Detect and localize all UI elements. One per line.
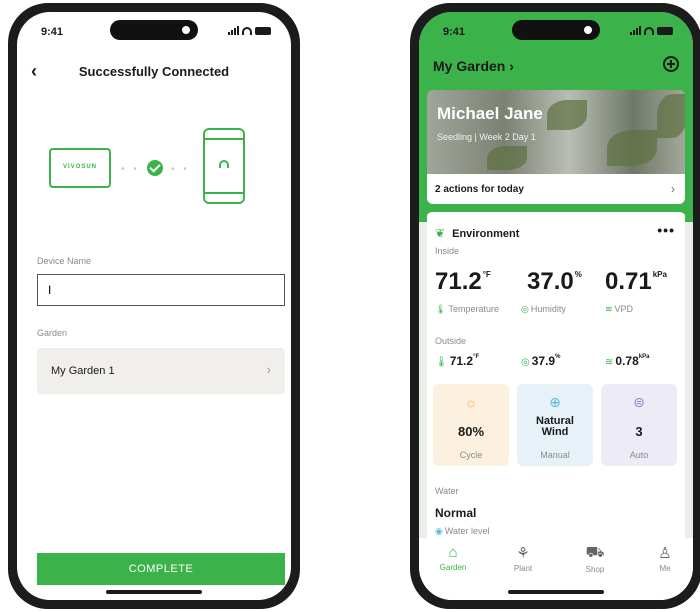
- plant-hero-image[interactable]: Michael Jane Seedling | Week 2 Day 1: [427, 90, 685, 174]
- link-dots-right: • •: [171, 164, 190, 175]
- add-icon[interactable]: [663, 56, 679, 72]
- link-dots-left: • •: [121, 164, 140, 175]
- tab-garden[interactable]: ⌂ Garden: [423, 544, 483, 572]
- humidity-icon: ◎: [521, 304, 529, 314]
- device-name-input[interactable]: [37, 274, 285, 306]
- environment-title: Environment: [452, 228, 520, 240]
- inside-label: Inside: [435, 246, 460, 256]
- phone-frame-left: 9:41 ‹ Successfully Connected VIVOSUN • …: [8, 3, 300, 609]
- garden-value: My Garden 1: [51, 365, 115, 377]
- water-drop-icon: ◉: [435, 526, 443, 536]
- check-icon: [147, 160, 163, 176]
- signal-icon: [228, 26, 239, 35]
- wifi-icon: [242, 26, 252, 35]
- status-time: 9:41: [41, 26, 64, 38]
- humidity-label: ◎ Humidity: [521, 304, 566, 314]
- card-value: 3: [635, 424, 643, 439]
- environment-card: ❦ Environment ••• Inside 71.2°F 37.0% 0.…: [427, 210, 685, 550]
- outside-humidity: ◎ 37.9%: [521, 354, 561, 368]
- outside-vpd: ≋ 0.78kPa: [605, 354, 650, 368]
- card-label: Manual: [540, 450, 570, 460]
- more-options-icon[interactable]: •••: [657, 222, 675, 238]
- vpd-value: 0.71kPa: [605, 268, 667, 295]
- user-name: Michael Jane: [437, 104, 543, 123]
- vpd-icon: ≋: [605, 304, 613, 314]
- home-indicator: [106, 590, 202, 594]
- wifi-icon: [644, 26, 654, 35]
- card-label: Auto: [629, 450, 649, 460]
- water-status: Normal: [435, 506, 477, 520]
- temperature-label: 🌡 Temperature: [435, 304, 499, 314]
- temperature-value: 71.2°F: [435, 268, 491, 295]
- connection-illustration: VIVOSUN • • • •: [17, 122, 291, 212]
- garden-label: Garden: [37, 328, 68, 338]
- chevron-right-icon: ›: [671, 182, 675, 196]
- connected-screen: 9:41 ‹ Successfully Connected VIVOSUN • …: [17, 12, 291, 600]
- card-label: Cycle: [459, 450, 483, 460]
- tab-plant[interactable]: ⚘ Plant: [493, 544, 553, 573]
- fan-icon: ⊜: [633, 394, 645, 410]
- outside-label: Outside: [435, 336, 467, 346]
- humidity-value: 37.0%: [527, 268, 582, 295]
- leaf-shape: [487, 146, 527, 170]
- tab-me[interactable]: ♙ Me: [635, 544, 693, 573]
- water-label: Water: [435, 486, 459, 496]
- garden-selector[interactable]: My Garden ›: [433, 58, 514, 74]
- leaf-shape: [547, 100, 587, 130]
- environment-header: ❦ Environment: [435, 226, 519, 240]
- battery-icon: [657, 26, 673, 35]
- battery-icon: [255, 26, 271, 35]
- garden-screen: 9:41 My Garden › Michael Jane Seedling |…: [419, 12, 693, 600]
- sun-icon: ☼: [464, 394, 478, 410]
- controller-device-icon: VIVOSUN: [49, 148, 111, 188]
- home-indicator: [508, 590, 604, 594]
- actions-row[interactable]: 2 actions for today ›: [427, 174, 685, 204]
- card-value: Natural Wind: [536, 415, 574, 438]
- signal-icon: [630, 26, 641, 35]
- thermometer-icon: 🌡: [435, 357, 448, 368]
- card-value: 80%: [457, 424, 485, 439]
- device-name-label: Device Name: [37, 256, 92, 266]
- device-brand-label: VIVOSUN: [62, 164, 97, 170]
- person-icon: ♙: [658, 545, 672, 562]
- vpd-icon: ≋: [605, 357, 614, 368]
- actions-text: 2 actions for today: [435, 184, 524, 195]
- cart-icon: ⛟: [585, 544, 605, 561]
- home-icon: ⌂: [448, 544, 458, 561]
- complete-button[interactable]: COMPLETE: [37, 553, 285, 585]
- dynamic-island: [512, 20, 600, 40]
- vpd-label: ≋ VPD: [605, 304, 634, 314]
- garden-select[interactable]: My Garden 1 ›: [37, 348, 285, 394]
- page-title: Successfully Connected: [78, 64, 230, 79]
- leaf-shape: [657, 94, 685, 138]
- tab-shop[interactable]: ⛟ Shop: [565, 544, 625, 574]
- water-level-label: ◉ Water level: [435, 526, 490, 536]
- outside-temperature: 🌡 71.2°F: [435, 354, 480, 368]
- fan-card[interactable]: ⊜ 3 Auto: [601, 384, 677, 466]
- phone-frame-right: 9:41 My Garden › Michael Jane Seedling |…: [410, 3, 700, 609]
- thermometer-icon: 🌡: [435, 304, 447, 314]
- wind-icon: ⊕: [549, 394, 561, 410]
- light-cycle-card[interactable]: ☼ 80% Cycle: [433, 384, 509, 466]
- garden-title: My Garden: [433, 58, 506, 74]
- nav-header: ‹ Successfully Connected: [17, 56, 291, 86]
- humidity-icon: ◎: [521, 357, 530, 368]
- wind-card[interactable]: ⊕ Natural Wind Manual: [517, 384, 593, 466]
- plant-icon: ⚘: [516, 545, 530, 562]
- leaf-shape: [607, 130, 657, 166]
- chevron-right-icon: ›: [509, 58, 514, 74]
- smartphone-icon: [203, 128, 245, 204]
- plant-stage: Seedling | Week 2 Day 1: [437, 132, 536, 142]
- dynamic-island: [110, 20, 198, 40]
- vivosun-logo-icon: ❦: [435, 226, 446, 240]
- status-time: 9:41: [443, 26, 466, 38]
- wifi-icon: [219, 160, 229, 168]
- chevron-right-icon: ›: [266, 362, 271, 377]
